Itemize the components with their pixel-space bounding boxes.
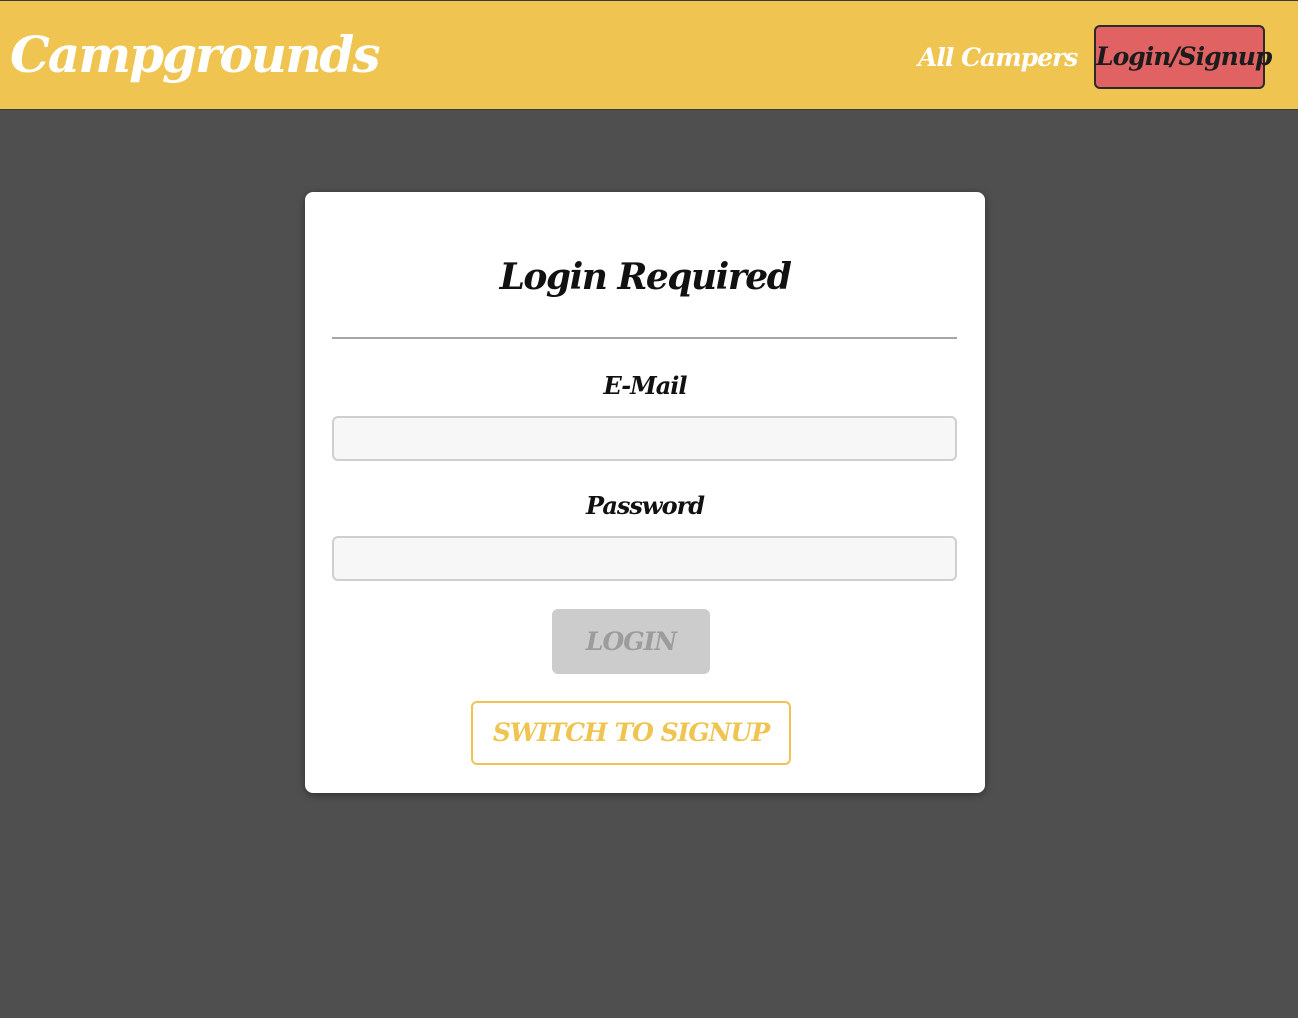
title-divider — [332, 337, 957, 339]
email-label: E-Mail — [603, 371, 687, 400]
switch-to-signup-button[interactable]: SWITCH TO SIGNUP — [471, 701, 791, 765]
nav-login-signup-button[interactable]: Login/Signup — [1094, 25, 1272, 89]
email-input[interactable] — [332, 416, 957, 461]
nav-all-campers-link[interactable]: All Campers — [918, 39, 1078, 77]
card-title: Login Required — [499, 256, 792, 298]
main-header: Campgrounds All Campers Login/Signup — [0, 0, 1298, 110]
password-label: Password — [585, 491, 705, 520]
password-input[interactable] — [332, 536, 957, 581]
auth-card: Login Required E-Mail Password LOGIN SWI… — [305, 192, 985, 793]
login-button[interactable]: LOGIN — [552, 609, 710, 674]
brand-logo[interactable]: Campgrounds — [10, 25, 381, 85]
